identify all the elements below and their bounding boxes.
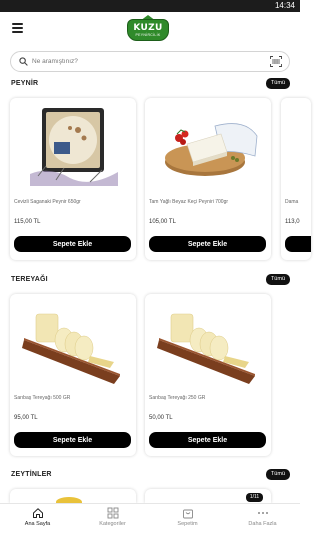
logo-brand-text: KUZU (133, 23, 163, 33)
section-title: ZEYTİNLER (11, 471, 52, 478)
nav-home[interactable]: Ana Sayfa (0, 507, 75, 527)
home-icon (32, 508, 43, 518)
product-name: Sarıbaş Tereyağı 500 GR (14, 395, 71, 401)
app-bar: KUZU PEYNİRCİLİK (0, 12, 300, 46)
status-time: 14:34 (274, 1, 295, 10)
product-name: Cevizli Saganaki Peynir 650gr (14, 199, 81, 205)
page-indicator-badge: 1/11 (246, 493, 263, 502)
status-bar: 14:34 (0, 0, 300, 12)
product-price: 105,00 TL (149, 219, 176, 225)
more-icon (257, 512, 268, 514)
product-price: 95,00 TL (14, 415, 38, 421)
cart-icon (182, 509, 193, 519)
product-card[interactable]: Tam Yağlı Beyaz Keçi Peyniri 700gr 105,0… (145, 98, 271, 260)
nav-label: Kategoriler (99, 521, 126, 527)
product-name: Dama (285, 199, 299, 205)
search-bar[interactable] (10, 51, 290, 72)
product-card[interactable] (10, 489, 136, 503)
search-input[interactable] (32, 55, 252, 68)
nav-label: Daha Fazla (248, 521, 277, 527)
see-all-button[interactable]: Tümü (265, 78, 290, 89)
add-to-cart-button[interactable]: Sepete Ekle (14, 432, 131, 448)
product-name: Tam Yağlı Beyaz Keçi Peyniri 700gr (149, 199, 229, 205)
product-price: 50,00 TL (149, 415, 173, 421)
product-image (157, 313, 255, 384)
product-card[interactable]: Dama 113,0 (281, 98, 311, 260)
search-icon (19, 57, 28, 66)
add-to-cart-button[interactable]: Sepete Ekle (14, 236, 131, 252)
add-to-cart-button[interactable] (285, 236, 311, 252)
see-all-button[interactable]: Tümü (265, 274, 290, 285)
barcode-scan-icon[interactable] (270, 56, 282, 67)
nav-more[interactable]: Daha Fazla (225, 507, 300, 527)
nav-cart[interactable]: Sepetim (150, 507, 225, 527)
product-price: 115,00 TL (14, 219, 41, 225)
see-all-button[interactable]: Tümü (265, 469, 290, 480)
product-image (22, 313, 120, 384)
product-card[interactable]: Sarıbaş Tereyağı 500 GR 95,00 TL Sepete … (10, 294, 136, 456)
nav-categories[interactable]: Kategoriler (75, 507, 150, 527)
product-card[interactable]: Sarıbaş Tereyağı 250 GR 50,00 TL Sepete … (145, 294, 271, 456)
bottom-navigation: Ana Sayfa Kategoriler Sepetim Daha Fazla (0, 503, 300, 533)
product-name: Sarıbaş Tereyağı 250 GR (149, 395, 206, 401)
section-title: TEREYAĞI (11, 276, 48, 283)
logo-sub-text: PEYNİRCİLİK (135, 33, 161, 37)
grid-icon (107, 507, 118, 519)
nav-label: Ana Sayfa (24, 521, 51, 527)
product-price: 113,0 (285, 219, 300, 225)
add-to-cart-button[interactable]: Sepete Ekle (149, 236, 266, 252)
add-to-cart-button[interactable]: Sepete Ekle (149, 432, 266, 448)
product-image (30, 108, 118, 186)
nav-label: Sepetim (177, 521, 198, 527)
product-image (165, 123, 258, 176)
menu-icon[interactable] (12, 23, 23, 33)
product-card[interactable]: Cevizli Saganaki Peynir 650gr 115,00 TL … (10, 98, 136, 260)
brand-logo[interactable]: KUZU PEYNİRCİLİK (127, 15, 169, 45)
section-title: PEYNİR (11, 80, 39, 87)
